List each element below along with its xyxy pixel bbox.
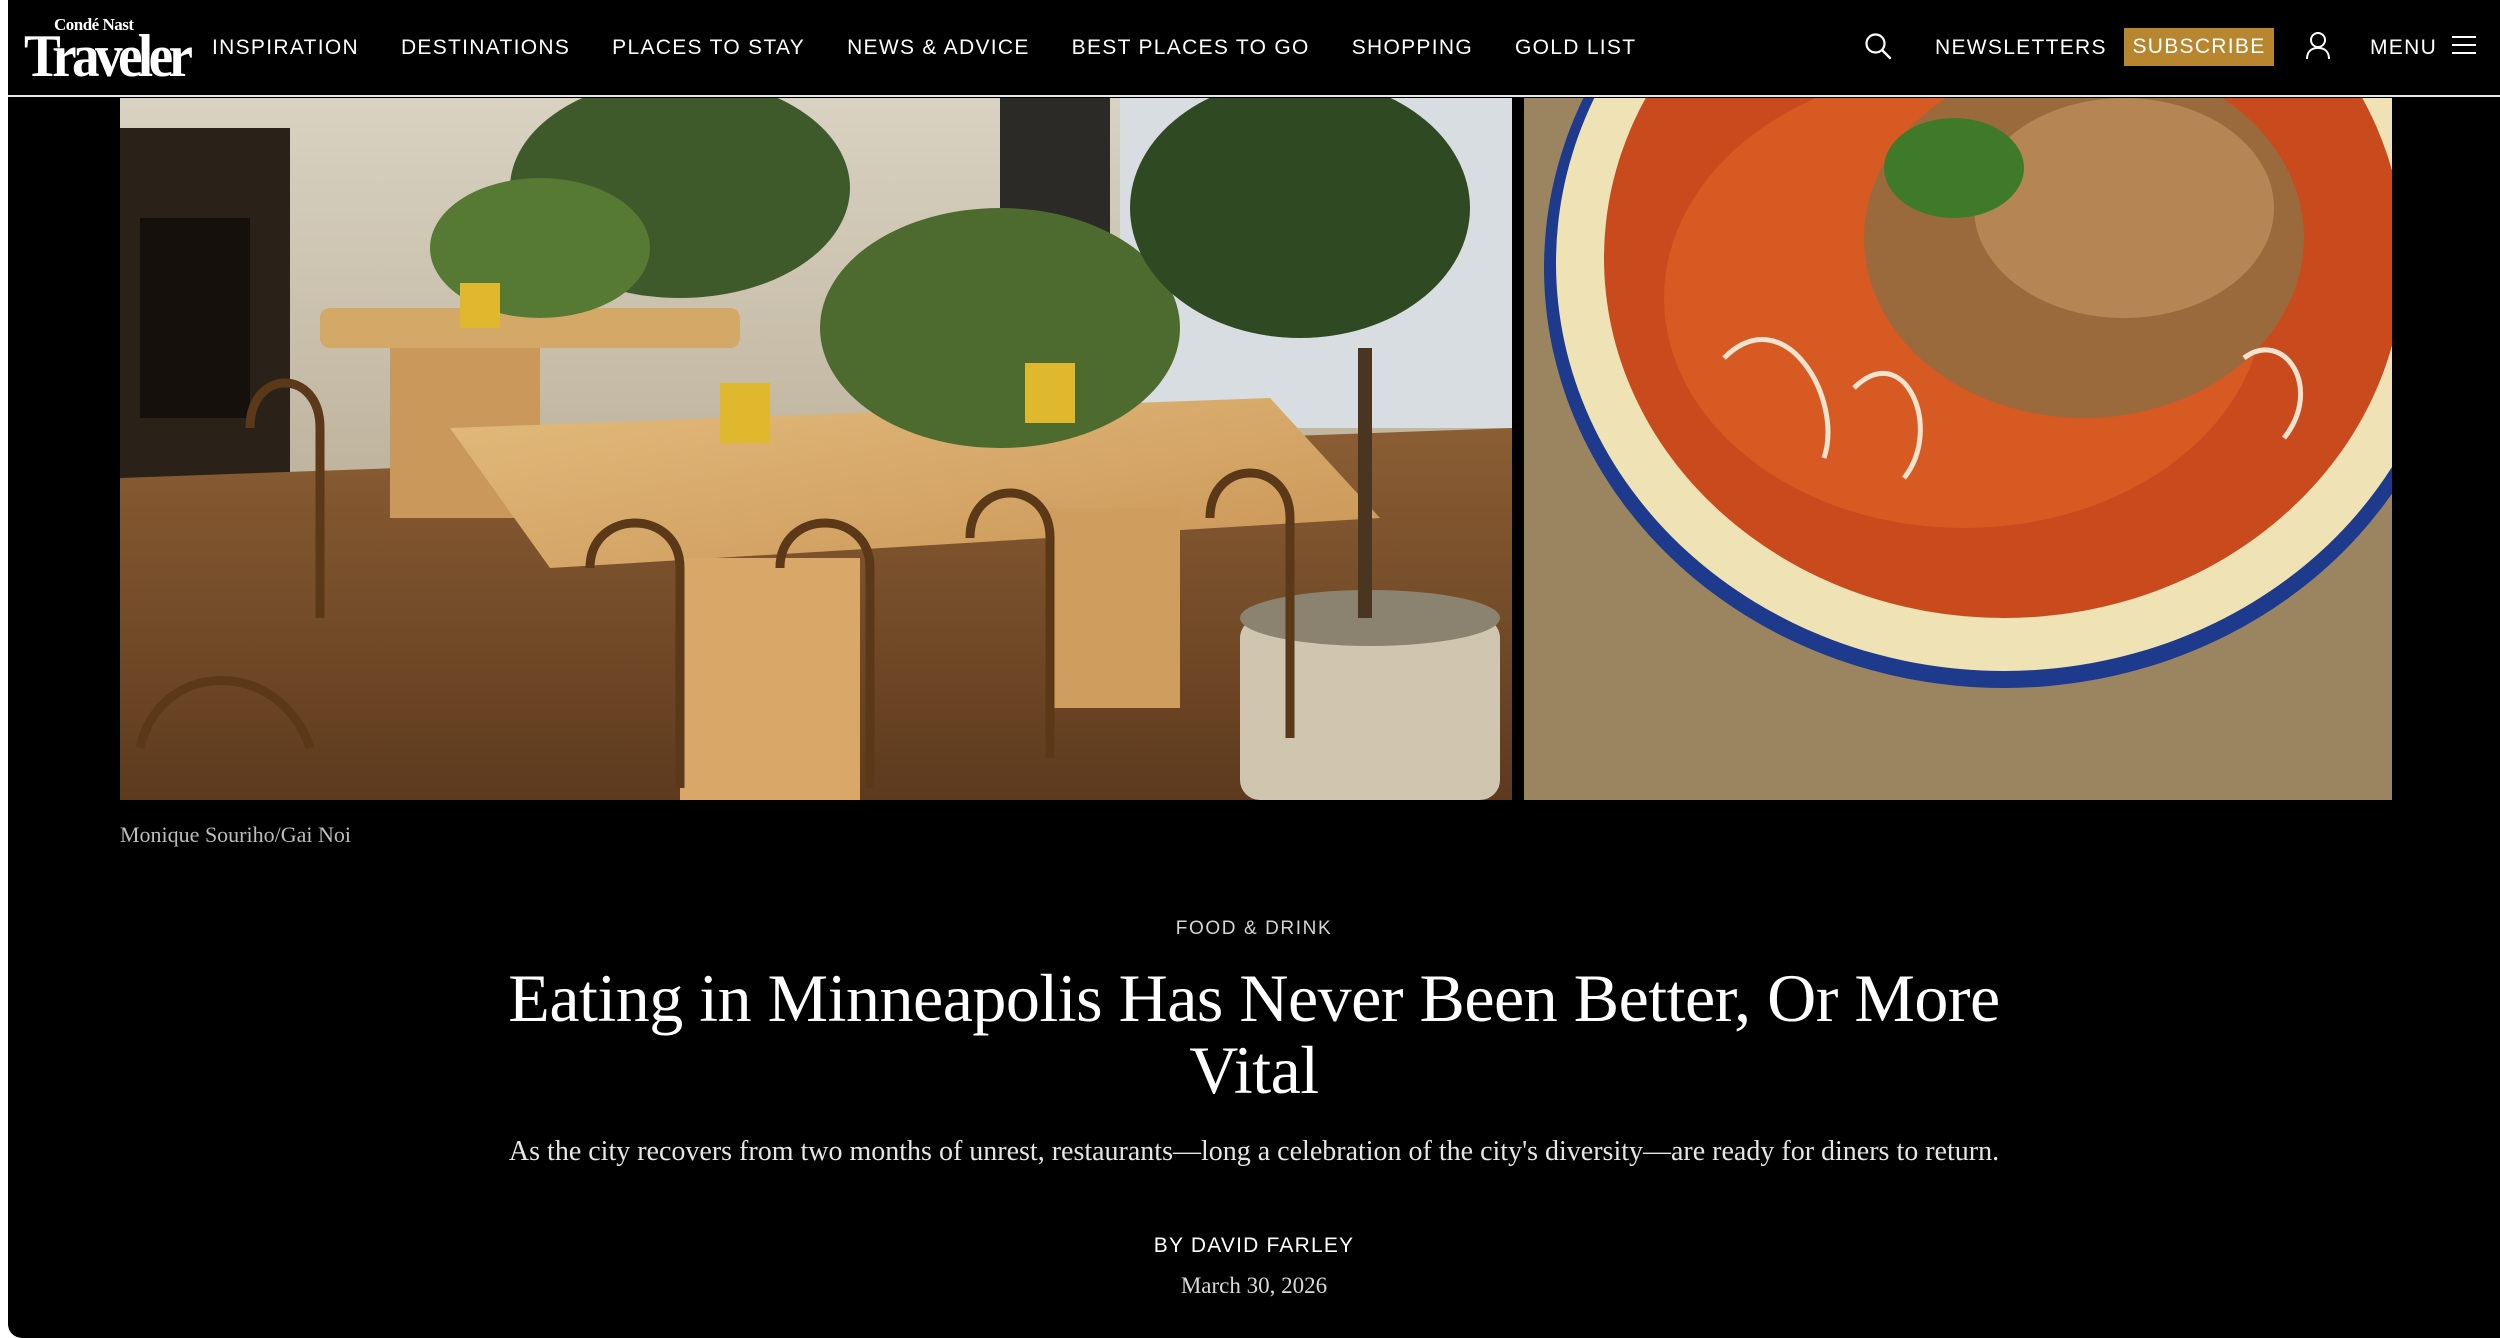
newsletters-link[interactable]: NEWSLETTERS	[1935, 0, 2107, 95]
menu-button[interactable]: MENU	[2370, 0, 2477, 95]
hero-images	[120, 98, 2392, 800]
curry-noodle-bowl-photo	[1524, 98, 2392, 800]
search-icon[interactable]	[1864, 32, 1892, 60]
site-header: Condé Nast Traveler INSPIRATION DESTINAT…	[8, 0, 2500, 97]
subscribe-button[interactable]: SUBSCRIBE	[2124, 28, 2274, 66]
restaurant-dining-room-photo	[120, 98, 1512, 800]
rubric-link[interactable]: FOOD & DRINK	[8, 918, 2500, 940]
nav-destinations[interactable]: DESTINATIONS	[401, 36, 570, 60]
hamburger-icon	[2451, 34, 2477, 61]
photo-credit: Monique Souriho/Gai Noi	[120, 822, 351, 847]
byline: BY DAVID FARLEY	[8, 1234, 2500, 1258]
nav-gold-list[interactable]: GOLD LIST	[1515, 36, 1636, 60]
author-link[interactable]: DAVID FARLEY	[1191, 1234, 1354, 1257]
nav-places-to-stay[interactable]: PLACES TO STAY	[612, 36, 805, 60]
article-dek: As the city recovers from two months of …	[508, 1136, 2000, 1167]
nav-best-places-to-go[interactable]: BEST PLACES TO GO	[1072, 36, 1310, 60]
nav-news-advice[interactable]: NEWS & ADVICE	[847, 36, 1030, 60]
nav-shopping[interactable]: SHOPPING	[1352, 36, 1473, 60]
main-nav: INSPIRATION DESTINATIONS PLACES TO STAY …	[212, 0, 1678, 95]
publish-date: March 30, 2026	[1180, 1273, 1328, 1298]
byline-prefix: BY	[1153, 1234, 1191, 1257]
article-headline: Eating in Minneapolis Has Never Been Bet…	[508, 960, 2000, 1108]
nav-inspiration[interactable]: INSPIRATION	[212, 36, 359, 60]
logo-traveler: Traveler	[24, 23, 193, 89]
menu-label: MENU	[2370, 35, 2438, 59]
account-icon[interactable]	[2304, 31, 2332, 61]
traveler-logo[interactable]: Condé Nast Traveler	[24, 16, 193, 87]
page: Condé Nast Traveler INSPIRATION DESTINAT…	[8, 0, 2500, 1338]
